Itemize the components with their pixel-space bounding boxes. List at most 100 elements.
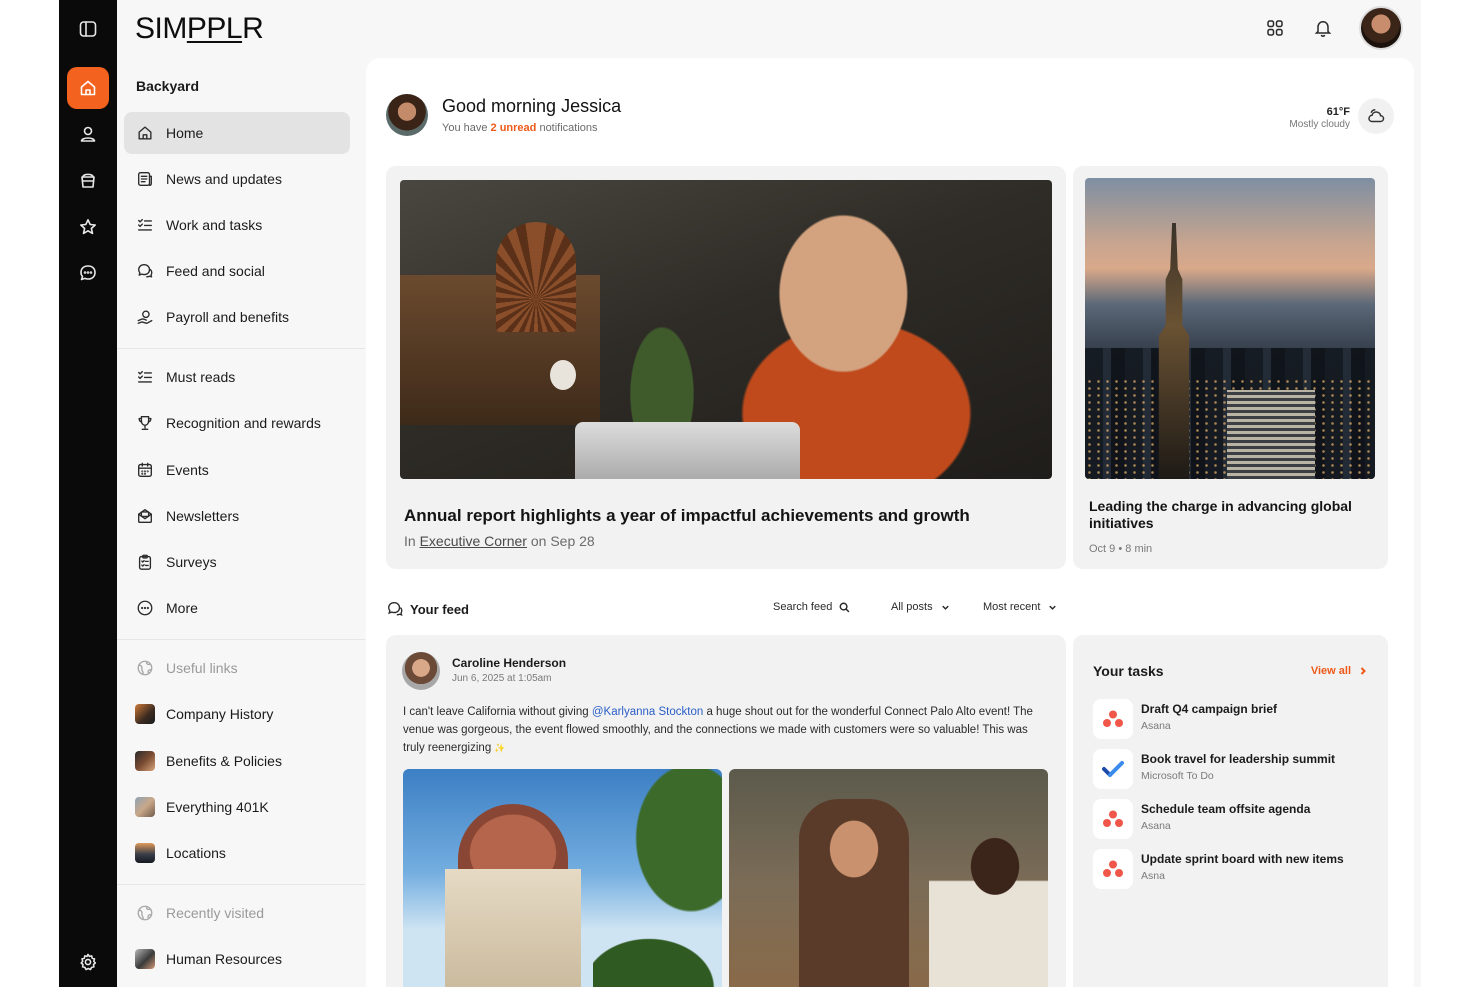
weather-condition: Mostly cloudy [1289,119,1350,130]
brand-logo[interactable]: SIMPPLR [135,12,264,46]
chevron-right-icon [1360,667,1366,675]
payroll-icon [135,307,155,327]
settings-icon[interactable] [67,941,109,983]
sort-dropdown[interactable]: Most recent [983,601,1058,613]
feed-icon [388,602,403,616]
post-timestamp[interactable]: Jun 6, 2025 at 1:05am [452,673,552,684]
sidebar-item-label: Must reads [166,369,236,385]
sidebar-useful-links-header[interactable]: Useful links [124,647,350,689]
sidebar-item-news[interactable]: News and updates [124,158,350,200]
greeting-sub-prefix: You have [442,122,491,134]
article-date: Oct 9 [1089,543,1116,555]
sidebar-item-home[interactable]: Home [124,112,350,154]
human-resources-thumbnail [135,949,155,969]
bell-icon[interactable] [1311,16,1335,40]
task-title: Draft Q4 campaign brief [1141,702,1278,716]
sidebar-divider [117,348,365,349]
sidebar-recently-visited-header[interactable]: Recently visited [124,892,350,934]
posts-filter-dropdown[interactable]: All posts [891,601,951,613]
sidebar-toggle-icon[interactable] [67,8,109,50]
search-feed-button[interactable]: Search feed [773,601,850,613]
messages-icon[interactable] [67,252,109,294]
sidebar-link-company-history[interactable]: Company History [124,693,350,735]
unread-count-link[interactable]: 2 unread [491,122,537,134]
profile-icon[interactable] [67,113,109,155]
task-item[interactable]: Schedule team offsite agenda Asana [1093,799,1383,839]
sidebar-item-label: Human Resources [166,951,282,967]
sidebar-item-label: Locations [166,845,226,861]
sidebar-divider [117,884,365,885]
task-source: Asna [1141,870,1165,882]
asana-icon [1093,699,1133,739]
task-item[interactable]: Draft Q4 campaign brief Asana [1093,699,1383,739]
sidebar-item-work[interactable]: Work and tasks [124,204,350,246]
weather-temperature: 61°F [1326,106,1350,118]
locations-thumbnail [135,843,155,863]
sort-label: Most recent [983,601,1041,613]
sidebar-item-recognition[interactable]: Recognition and rewards [124,402,350,444]
sidebar-item-label: More [166,600,198,616]
post-author-avatar[interactable] [402,652,440,690]
company-history-thumbnail [135,704,155,724]
sidebar-item-feed[interactable]: Feed and social [124,250,350,292]
sidebar-link-everything-401k[interactable]: Everything 401K [124,786,350,828]
secondary-article-image[interactable] [1085,178,1375,479]
favorites-icon[interactable] [67,206,109,248]
sidebar-item-newsletters[interactable]: Newsletters [124,495,350,537]
post-text-before: I can't leave California without giving [403,706,592,718]
secondary-article-card[interactable]: Leading the charge in advancing global i… [1073,166,1388,569]
sparkle-emoji: ✨ [494,743,506,753]
sidebar-link-benefits-policies[interactable]: Benefits & Policies [124,740,350,782]
post-body: I can't leave California without giving … [403,703,1043,757]
benefits-policies-thumbnail [135,751,155,771]
sidebar-item-payroll[interactable]: Payroll and benefits [124,296,350,338]
task-item[interactable]: Update sprint board with new items Asna [1093,849,1383,889]
icon-rail [59,0,117,987]
sidebar-item-must-reads[interactable]: Must reads [124,356,350,398]
asana-icon [1093,799,1133,839]
tasks-panel: Your tasks View all Draft Q4 campaign br… [1073,635,1388,987]
user-avatar[interactable] [1359,6,1403,50]
task-item[interactable]: Book travel for leadership summit Micros… [1093,749,1383,789]
secondary-article-meta: Oct 9 • 8 min [1089,543,1153,555]
post-image-people[interactable] [729,769,1048,987]
sidebar-item-events[interactable]: Events [124,449,350,491]
home-icon[interactable] [67,67,109,109]
user-mention-link[interactable]: @Karlyanna Stockton [592,706,703,718]
featured-article-image[interactable] [400,180,1052,479]
meta-suffix: on Sep 28 [526,533,595,549]
sidebar-divider [117,639,365,640]
sidebar-item-surveys[interactable]: Surveys [124,541,350,583]
sidebar-item-label: Events [166,462,209,478]
calendar-icon [135,460,155,480]
sites-icon[interactable] [67,159,109,201]
task-source: Asana [1141,820,1171,832]
globe-icon [135,903,155,923]
site-link[interactable]: Executive Corner [420,533,527,549]
news-icon [135,169,155,189]
posts-filter-label: All posts [891,601,933,613]
sidebar-link-locations[interactable]: Locations [124,832,350,874]
post-author-name[interactable]: Caroline Henderson [452,656,566,670]
post-image-campus[interactable] [403,769,722,987]
featured-article-title[interactable]: Annual report highlights a year of impac… [404,506,970,526]
more-icon [135,598,155,618]
sidebar-item-label: Everything 401K [166,799,269,815]
header-actions [1263,6,1403,50]
chevron-down-icon [1049,605,1057,610]
sidebar-link-human-resources[interactable]: Human Resources [124,938,350,980]
greeting-title: Good morning Jessica [442,96,622,116]
secondary-article-title[interactable]: Leading the charge in advancing global i… [1089,498,1359,532]
tasks-list-icon [135,215,155,235]
sidebar-item-more[interactable]: More [124,587,350,629]
task-title: Update sprint board with new items [1141,852,1344,866]
sidebar-item-label: News and updates [166,171,282,187]
app-window: SIMPPLR Backyard Home News and updates W… [59,0,1421,987]
survey-icon [135,552,155,572]
weather-widget: 61°F Mostly cloudy [1289,106,1350,130]
apps-grid-icon[interactable] [1263,16,1287,40]
cloud-icon[interactable] [1358,98,1394,134]
view-all-tasks-link[interactable]: View all [1311,665,1368,677]
sidebar-item-label: Work and tasks [166,217,263,233]
featured-article-card[interactable]: Annual report highlights a year of impac… [386,166,1066,569]
